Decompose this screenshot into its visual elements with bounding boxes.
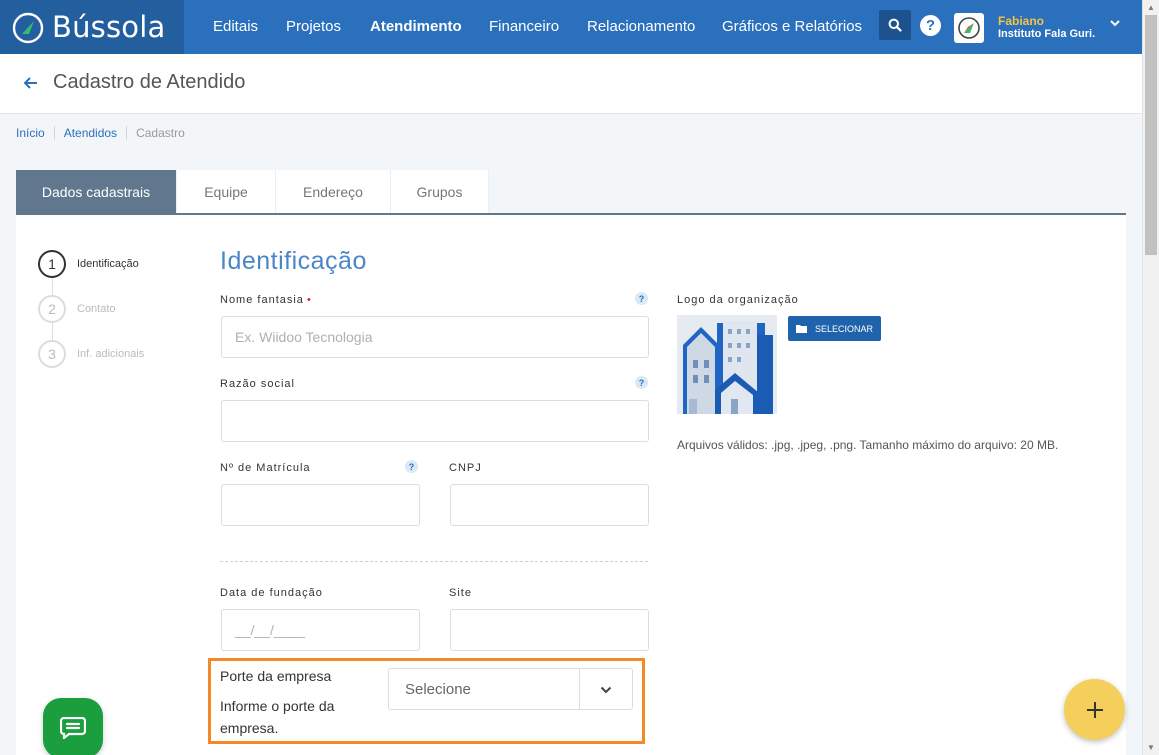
nome-fantasia-label: Nome fantasia • — [220, 294, 312, 306]
select-value: Selecione — [405, 681, 471, 698]
help-question-icon[interactable]: ? — [635, 376, 648, 389]
scroll-down-icon[interactable]: ▼ — [1147, 743, 1155, 752]
nav-item-relacionamento[interactable]: Relacionamento — [587, 18, 695, 35]
user-avatar[interactable] — [954, 13, 984, 43]
page-header: Cadastro de Atendido — [0, 54, 1142, 114]
org-logo-icon — [958, 17, 980, 39]
data-fundacao-label: Data de fundação — [220, 587, 323, 599]
tab-dados-cadastrais[interactable]: Dados cadastrais — [16, 170, 177, 213]
step-2-label[interactable]: Contato — [77, 303, 116, 315]
buildings-illustration-icon — [677, 315, 777, 414]
search-button[interactable] — [879, 10, 911, 40]
chat-icon — [60, 717, 86, 739]
breadcrumb-separator — [53, 126, 55, 140]
folder-icon — [795, 325, 807, 333]
file-format-hint: Arquivos válidos: .jpg, .jpeg, .png. Tam… — [677, 438, 1059, 452]
data-fundacao-input[interactable]: __/__/____ — [221, 609, 420, 651]
nav-item-atendimento[interactable]: Atendimento — [370, 18, 462, 35]
required-marker: • — [306, 294, 312, 306]
tab-endereco[interactable]: Endereço — [276, 170, 391, 213]
scroll-up-icon[interactable]: ▲ — [1147, 3, 1155, 12]
logo-preview-image — [677, 315, 777, 414]
search-icon — [888, 18, 902, 32]
nav-item-graficos-relatorios[interactable]: Gráficos e Relatórios — [722, 18, 862, 35]
select-logo-label: SELECIONAR — [814, 323, 874, 334]
tab-grupos[interactable]: Grupos — [391, 170, 489, 213]
step-3-label[interactable]: Inf. adicionais — [77, 348, 144, 360]
plus-icon — [1086, 701, 1103, 718]
app-window: Bússola Editais Projetos Atendimento Fin… — [0, 0, 1159, 755]
step-2-circle[interactable]: 2 — [38, 295, 66, 323]
cnpj-input[interactable] — [450, 484, 649, 526]
step-3-circle[interactable]: 3 — [38, 340, 66, 368]
nav-item-financeiro[interactable]: Financeiro — [489, 18, 559, 35]
help-question-icon[interactable]: ? — [635, 292, 648, 305]
porte-empresa-help: Informe o porte da empresa. — [220, 698, 335, 736]
porte-empresa-select[interactable]: Selecione — [388, 668, 633, 710]
site-label: Site — [449, 587, 472, 599]
select-separator — [579, 669, 580, 709]
nome-fantasia-input[interactable]: Ex. Wiidoo Tecnologia — [221, 316, 649, 358]
site-input[interactable] — [450, 609, 649, 651]
chat-button[interactable] — [43, 698, 103, 755]
tab-bar: Dados cadastrais Equipe Endereço Grupos — [16, 170, 489, 213]
add-fab-button[interactable] — [1064, 679, 1125, 740]
section-divider — [220, 561, 648, 562]
chevron-down-icon[interactable] — [599, 683, 613, 697]
help-button[interactable]: ? — [920, 15, 941, 36]
compass-logo-icon — [12, 12, 44, 44]
back-arrow-icon[interactable] — [22, 74, 40, 92]
razao-social-input[interactable] — [221, 400, 649, 442]
logo-label: Logo da organização — [677, 294, 799, 306]
matricula-label: Nº de Matrícula — [220, 462, 311, 474]
breadcrumb-inicio[interactable]: Início — [16, 126, 45, 140]
app-name: Bússola — [52, 10, 166, 44]
breadcrumb: Início Atendidos Cadastro — [16, 126, 185, 140]
breadcrumb-atendidos[interactable]: Atendidos — [64, 126, 117, 140]
user-organization[interactable]: Instituto Fala Guri. — [998, 28, 1095, 40]
breadcrumb-separator — [126, 126, 128, 140]
chevron-down-icon[interactable] — [1108, 16, 1122, 30]
porte-empresa-label: Porte da empresa — [220, 668, 332, 684]
nav-item-editais[interactable]: Editais — [213, 18, 258, 35]
help-question-icon[interactable]: ? — [405, 460, 418, 473]
question-icon: ? — [925, 17, 936, 34]
scrollbar-thumb[interactable] — [1145, 15, 1157, 255]
select-logo-button[interactable]: SELECIONAR — [788, 316, 881, 341]
vertical-scrollbar[interactable]: ▲ ▼ — [1142, 0, 1159, 755]
logo[interactable]: Bússola — [0, 0, 184, 54]
step-1-circle[interactable]: 1 — [38, 250, 66, 278]
user-name[interactable]: Fabiano — [998, 14, 1044, 28]
breadcrumb-cadastro: Cadastro — [136, 126, 185, 140]
section-title: Identificação — [220, 247, 367, 275]
cnpj-label: CNPJ — [449, 462, 482, 474]
nav-item-projetos[interactable]: Projetos — [286, 18, 341, 35]
step-1-label[interactable]: Identificação — [77, 258, 139, 270]
razao-social-label: Razão social — [220, 378, 295, 390]
page-title: Cadastro de Atendido — [53, 71, 246, 93]
top-navbar: Bússola Editais Projetos Atendimento Fin… — [0, 0, 1142, 54]
matricula-input[interactable] — [221, 484, 420, 526]
tab-equipe[interactable]: Equipe — [177, 170, 276, 213]
